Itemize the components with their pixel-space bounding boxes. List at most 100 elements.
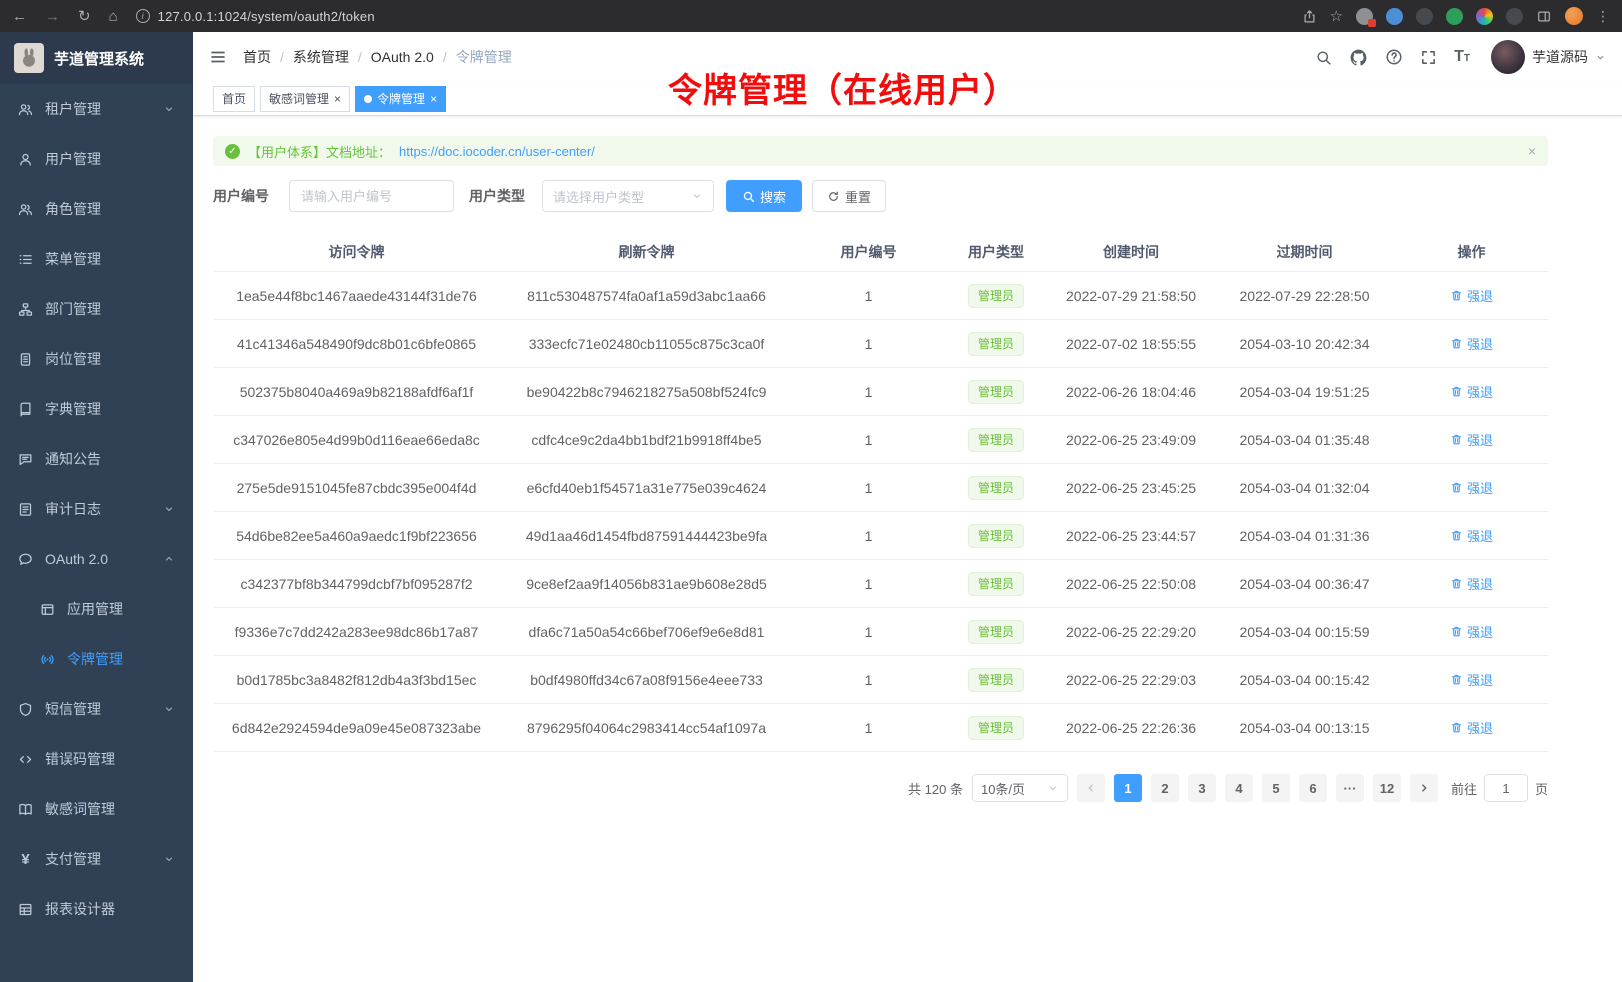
sidebar-item-audit-log[interactable]: 审计日志 bbox=[0, 484, 193, 534]
extension-icon-4[interactable] bbox=[1446, 8, 1463, 25]
reload-icon[interactable]: ↻ bbox=[78, 9, 91, 24]
sidebar-item-report-designer[interactable]: 报表设计器 bbox=[0, 884, 193, 934]
extension-icon-1[interactable] bbox=[1356, 8, 1373, 25]
goto-suffix: 页 bbox=[1535, 779, 1548, 798]
sidebar-item-app-manage[interactable]: 应用管理 bbox=[0, 584, 193, 634]
action-cell: 强退 bbox=[1395, 478, 1548, 497]
user-id-input[interactable] bbox=[289, 180, 454, 212]
search-button[interactable]: 搜索 bbox=[726, 180, 802, 212]
expire-time-cell: 2054-03-04 00:13:15 bbox=[1214, 720, 1395, 736]
app-icon bbox=[40, 602, 55, 617]
force-logout-button[interactable]: 强退 bbox=[1450, 430, 1493, 449]
force-logout-button[interactable]: 强退 bbox=[1450, 478, 1493, 497]
hamburger-icon[interactable] bbox=[209, 48, 227, 66]
page-button-6[interactable]: 6 bbox=[1299, 774, 1327, 802]
home-icon[interactable]: ⌂ bbox=[109, 9, 118, 24]
refresh-token-cell: 9ce8ef2aa9f14056b831ae9b608e28d5 bbox=[500, 576, 793, 592]
sidebar-item-error-code[interactable]: 错误码管理 bbox=[0, 734, 193, 784]
sidebar-item-oauth[interactable]: OAuth 2.0 bbox=[0, 534, 193, 584]
browser-menu-icon[interactable]: ⋮ bbox=[1596, 9, 1610, 23]
force-logout-button[interactable]: 强退 bbox=[1450, 718, 1493, 737]
user-id-cell: 1 bbox=[793, 288, 944, 304]
page-button-5[interactable]: 5 bbox=[1262, 774, 1290, 802]
app-logo[interactable]: 芋道管理系统 bbox=[0, 32, 193, 84]
user-dropdown[interactable]: 芋道源码 bbox=[1491, 40, 1606, 74]
sms-shield-icon bbox=[18, 702, 33, 717]
breadcrumb-item[interactable]: 首页 bbox=[243, 47, 271, 67]
page-button-3[interactable]: 3 bbox=[1188, 774, 1216, 802]
force-logout-button[interactable]: 强退 bbox=[1450, 382, 1493, 401]
sidebar-item-label: 敏感词管理 bbox=[45, 799, 115, 819]
user-type-select[interactable]: 请选择用户类型 bbox=[542, 180, 714, 212]
close-icon[interactable]: × bbox=[430, 92, 437, 106]
split-view-icon[interactable] bbox=[1536, 9, 1552, 24]
back-icon[interactable]: ← bbox=[12, 9, 27, 24]
bookmark-star-icon[interactable]: ☆ bbox=[1330, 9, 1343, 24]
force-logout-button[interactable]: 强退 bbox=[1450, 286, 1493, 305]
user-name: 芋道源码 bbox=[1532, 47, 1588, 67]
close-icon[interactable]: × bbox=[334, 92, 341, 106]
extension-icon-3[interactable] bbox=[1416, 8, 1433, 25]
breadcrumb-item[interactable]: 系统管理 bbox=[293, 47, 349, 67]
audit-log-icon bbox=[18, 502, 33, 517]
user-type-cell: 管理员 bbox=[944, 716, 1048, 740]
page-more-button[interactable]: ··· bbox=[1336, 774, 1364, 802]
font-size-icon[interactable]: TT bbox=[1454, 48, 1470, 66]
breadcrumb-item[interactable]: OAuth 2.0 bbox=[371, 49, 434, 65]
browser-profile-avatar[interactable] bbox=[1565, 7, 1583, 25]
sidebar-item-post[interactable]: 岗位管理 bbox=[0, 334, 193, 384]
extension-icon-2[interactable] bbox=[1386, 8, 1403, 25]
site-info-icon[interactable]: i bbox=[136, 9, 150, 23]
tab-home[interactable]: 首页 bbox=[213, 86, 255, 112]
alert-text: 【用户体系】文档地址： bbox=[248, 142, 391, 161]
force-logout-button[interactable]: 强退 bbox=[1450, 622, 1493, 641]
search-icon[interactable] bbox=[1315, 49, 1332, 66]
github-icon[interactable] bbox=[1349, 48, 1368, 67]
alert-close-icon[interactable]: × bbox=[1528, 143, 1536, 159]
next-page-button[interactable] bbox=[1410, 774, 1438, 802]
chevron-down-icon bbox=[163, 703, 175, 715]
page-button-1[interactable]: 1 bbox=[1114, 774, 1142, 802]
force-logout-button[interactable]: 强退 bbox=[1450, 670, 1493, 689]
fullscreen-icon[interactable] bbox=[1420, 49, 1437, 66]
goto-page-input[interactable] bbox=[1484, 774, 1528, 802]
user-id-cell: 1 bbox=[793, 384, 944, 400]
sidebar-item-sensitive-word[interactable]: 敏感词管理 bbox=[0, 784, 193, 834]
doc-link[interactable]: https://doc.iocoder.cn/user-center/ bbox=[399, 144, 595, 159]
sidebar-item-pay[interactable]: ¥ 支付管理 bbox=[0, 834, 193, 884]
force-logout-button[interactable]: 强退 bbox=[1450, 334, 1493, 353]
page-button-12[interactable]: 12 bbox=[1373, 774, 1401, 802]
user-type-cell: 管理员 bbox=[944, 332, 1048, 356]
sidebar-item-sms[interactable]: 短信管理 bbox=[0, 684, 193, 734]
forward-icon[interactable]: → bbox=[45, 9, 60, 24]
sidebar-item-department[interactable]: 部门管理 bbox=[0, 284, 193, 334]
reset-button[interactable]: 重置 bbox=[812, 180, 886, 212]
share-icon[interactable] bbox=[1302, 9, 1317, 24]
extension-icon-5[interactable] bbox=[1476, 8, 1493, 25]
table-row: c342377bf8b344799dcbf7bf095287f2 9ce8ef2… bbox=[213, 560, 1548, 608]
tab-sensitive-word[interactable]: 敏感词管理 × bbox=[260, 86, 350, 112]
sidebar-item-tenant[interactable]: 租户管理 bbox=[0, 84, 193, 134]
create-time-cell: 2022-07-02 18:55:55 bbox=[1048, 336, 1214, 352]
tab-token-manage[interactable]: 令牌管理 × bbox=[355, 86, 446, 112]
sidebar-item-token-manage[interactable]: 令牌管理 bbox=[0, 634, 193, 684]
address-bar[interactable]: i 127.0.0.1:1024/system/oauth2/token bbox=[136, 9, 1302, 24]
sidebar-item-menu[interactable]: 菜单管理 bbox=[0, 234, 193, 284]
force-logout-button[interactable]: 强退 bbox=[1450, 526, 1493, 545]
force-logout-button[interactable]: 强退 bbox=[1450, 574, 1493, 593]
help-icon[interactable] bbox=[1385, 48, 1403, 66]
prev-page-button[interactable] bbox=[1077, 774, 1105, 802]
user-type-cell: 管理员 bbox=[944, 284, 1048, 308]
page-button-4[interactable]: 4 bbox=[1225, 774, 1253, 802]
sidebar-item-user[interactable]: 用户管理 bbox=[0, 134, 193, 184]
page-button-2[interactable]: 2 bbox=[1151, 774, 1179, 802]
sidebar-item-label: 用户管理 bbox=[45, 149, 101, 169]
extension-icon-6[interactable] bbox=[1506, 8, 1523, 25]
sidebar-item-notice[interactable]: 通知公告 bbox=[0, 434, 193, 484]
page-size-select[interactable]: 10条/页 bbox=[972, 774, 1068, 802]
post-icon bbox=[18, 352, 33, 367]
sidebar-item-dictionary[interactable]: 字典管理 bbox=[0, 384, 193, 434]
expire-time-cell: 2054-03-04 00:15:59 bbox=[1214, 624, 1395, 640]
user-id-cell: 1 bbox=[793, 432, 944, 448]
sidebar-item-role[interactable]: 角色管理 bbox=[0, 184, 193, 234]
